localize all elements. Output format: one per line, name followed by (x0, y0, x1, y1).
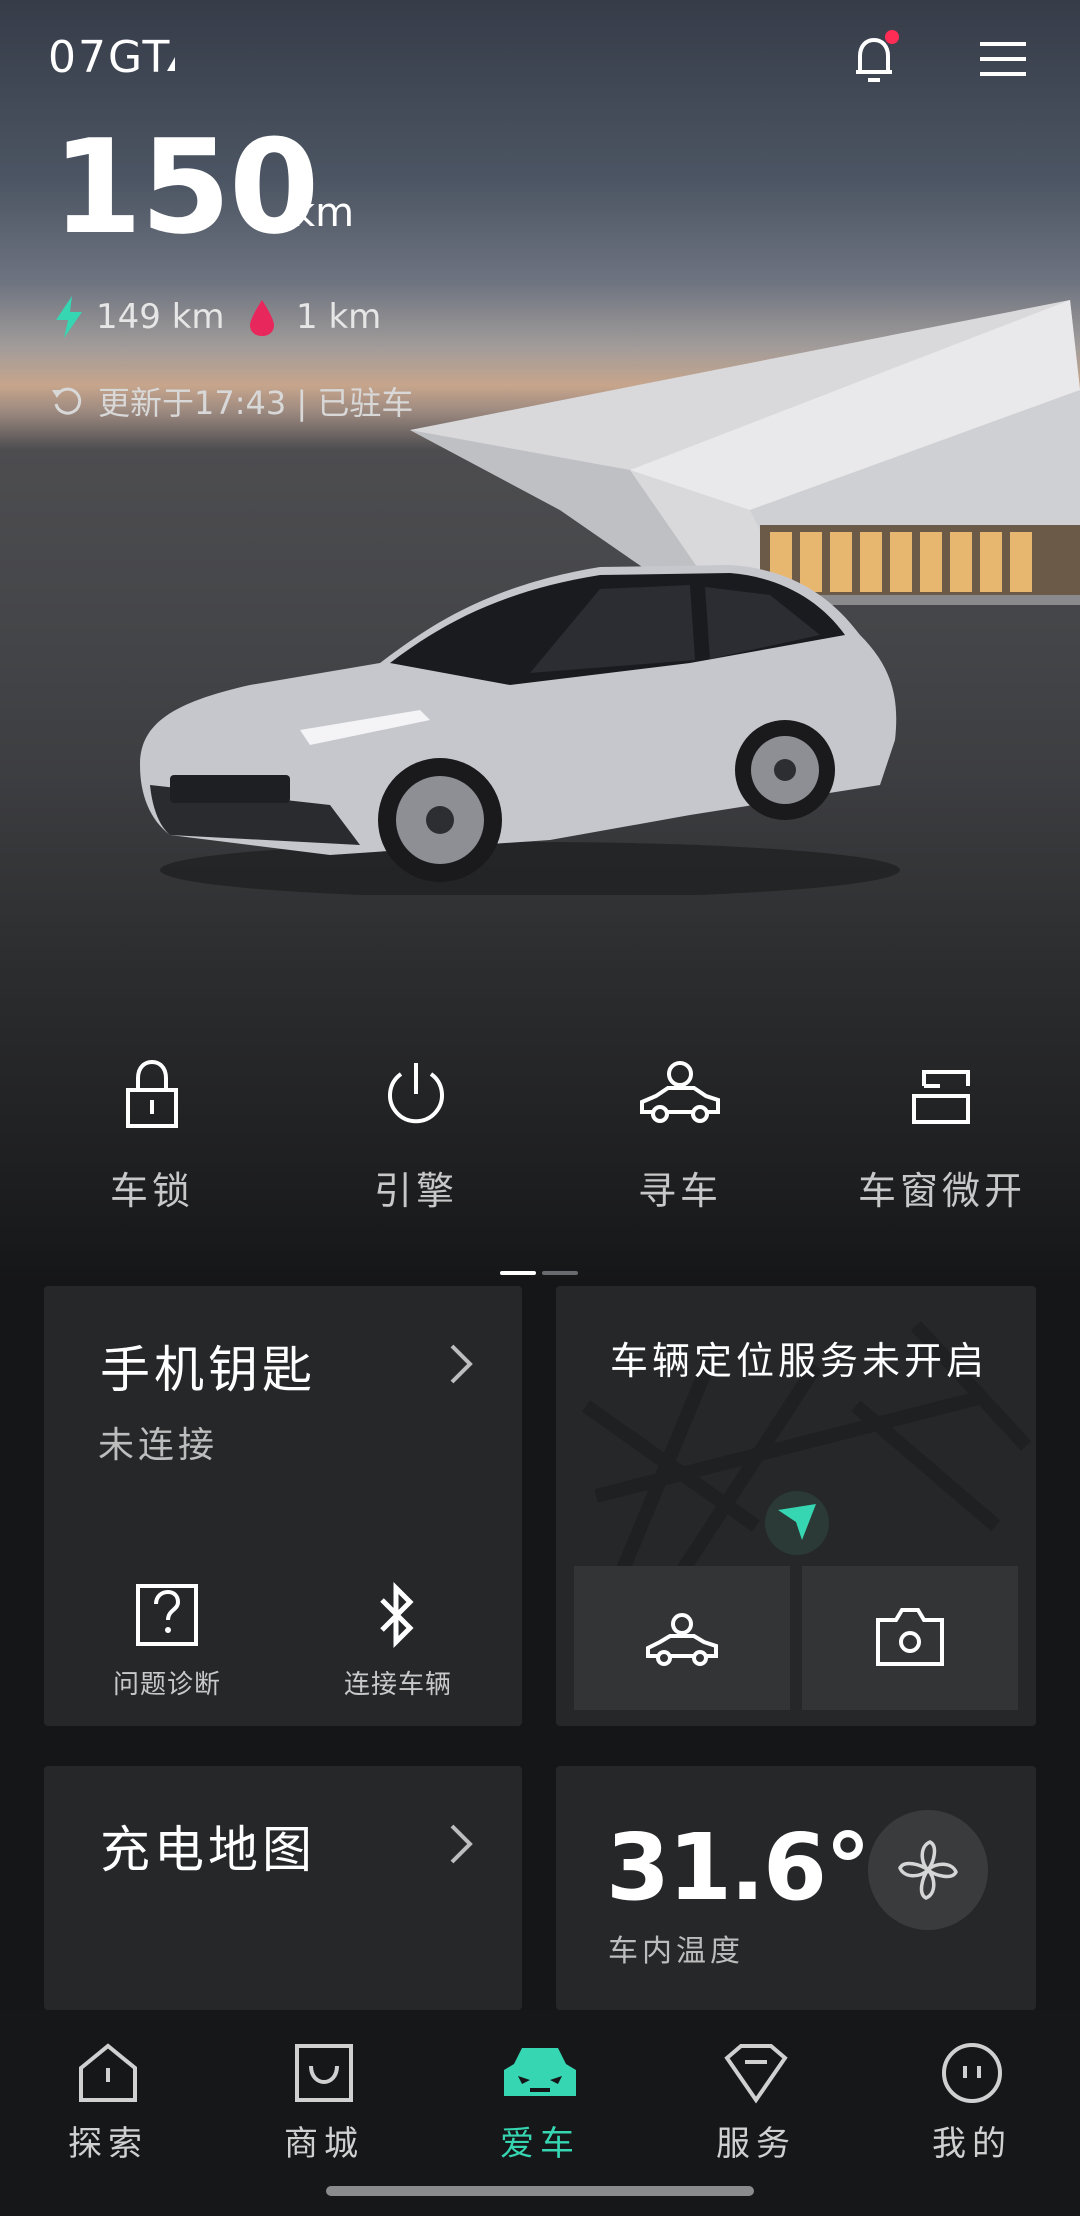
caret-down-icon[interactable] (167, 57, 175, 71)
quick-action-label: 寻车 (637, 1169, 722, 1213)
quick-action-lock[interactable]: 车锁 (52, 1060, 252, 1250)
chevron-right-icon[interactable] (448, 1822, 474, 1866)
location-title: 车辆定位服务未开启 (610, 1339, 989, 1383)
menu-icon[interactable] (978, 34, 1028, 84)
quick-action-label: 车锁 (109, 1169, 194, 1213)
quick-action-window[interactable]: 车窗微开 (842, 1060, 1042, 1250)
camera-button[interactable] (802, 1566, 1018, 1710)
navigation-arrow-icon (765, 1491, 829, 1555)
update-status-text: 更新于17:43 | 已驻车 (98, 384, 414, 422)
nav-label: 服务 (716, 2124, 796, 2164)
car-image (140, 565, 900, 895)
car-name-selector[interactable]: 07GT (48, 32, 171, 83)
refresh-icon[interactable] (50, 384, 84, 418)
power-icon (388, 1063, 444, 1124)
page-dot (542, 1271, 578, 1275)
find-car-icon (646, 1613, 718, 1666)
question-box-icon[interactable] (134, 1582, 200, 1648)
nav-explore[interactable]: 探索 (28, 2040, 188, 2165)
nav-shop[interactable]: 商城 (244, 2040, 404, 2165)
electric-bolt-icon (56, 296, 82, 338)
phone-key-status: 未连接 (98, 1425, 219, 1466)
total-range-unit: km (292, 190, 355, 236)
top-bar: 07GT (0, 0, 1080, 120)
nav-service[interactable]: 服务 (676, 2040, 836, 2165)
profile-icon (942, 2043, 1002, 2103)
explore-icon (79, 2043, 137, 2102)
charging-map-title: 充电地图 (100, 1821, 316, 1879)
bluetooth-icon[interactable] (372, 1580, 422, 1650)
fuel-drop-icon (250, 300, 274, 336)
quick-action-label: 车窗微开 (857, 1169, 1026, 1213)
quick-action-find-car[interactable]: 寻车 (580, 1060, 780, 1250)
find-car-map-button[interactable] (574, 1566, 790, 1710)
fan-icon (898, 1840, 958, 1900)
cabin-temperature-value: 31.6° (606, 1814, 871, 1921)
nav-label: 探索 (68, 2124, 148, 2164)
shop-icon (295, 2044, 353, 2102)
quick-action-engine[interactable]: 引擎 (316, 1060, 516, 1250)
connect-vehicle-label[interactable]: 连接车辆 (298, 1664, 498, 1701)
car-icon (504, 2048, 576, 2096)
phone-key-title: 手机钥匙 (100, 1341, 316, 1399)
nav-profile[interactable]: 我的 (892, 2040, 1052, 2165)
lock-icon (126, 1060, 178, 1128)
camera-icon (876, 1608, 944, 1666)
find-car-icon (640, 1061, 720, 1123)
quick-action-label: 引擎 (373, 1169, 458, 1213)
page-dot-active (500, 1271, 536, 1275)
electric-range: 149 km (96, 297, 225, 337)
diagnose-label[interactable]: 问题诊断 (67, 1664, 267, 1701)
page-indicator (500, 1271, 580, 1275)
nav-my-car[interactable]: 爱车 (460, 2040, 620, 2165)
quick-actions: 车锁 引擎 寻车 车窗微开 (0, 1060, 1080, 1250)
hero-section: 07GT 150 km 149 km 1 km 更新于17:43 | 已驻车 车… (0, 0, 1080, 1285)
notification-bell-icon[interactable] (846, 28, 906, 88)
window-icon (912, 1070, 970, 1124)
cabin-temperature-label: 车内温度 (608, 1934, 744, 1969)
nav-label: 商城 (284, 2124, 364, 2164)
fuel-range: 1 km (296, 297, 382, 337)
total-range-value: 150 (52, 111, 319, 263)
nav-label: 爱车 (500, 2124, 580, 2164)
update-status[interactable]: 更新于17:43 | 已驻车 (50, 378, 413, 424)
home-indicator[interactable] (326, 2186, 754, 2196)
service-icon (724, 2044, 788, 2104)
fan-button[interactable] (868, 1810, 988, 1930)
charging-map-card[interactable] (44, 1766, 522, 2010)
chevron-right-icon[interactable] (448, 1342, 474, 1386)
nav-label: 我的 (932, 2124, 1012, 2164)
